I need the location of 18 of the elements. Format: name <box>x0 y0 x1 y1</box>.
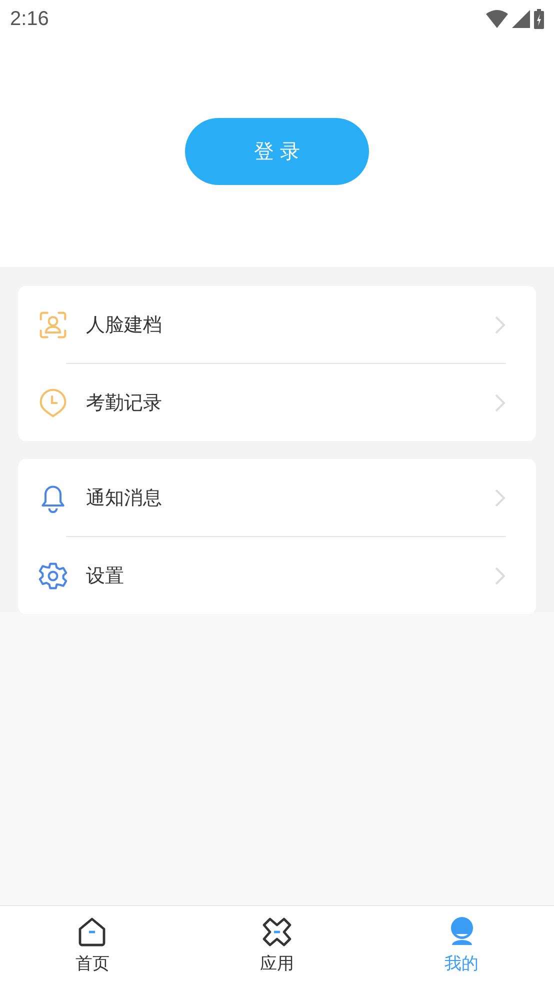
status-time: 2:16 <box>10 8 49 30</box>
chevron-icon <box>494 314 506 334</box>
apps-icon <box>261 916 293 948</box>
chevron-icon <box>494 566 506 586</box>
menu-item-label[interactable]: 通知消息 <box>86 484 476 510</box>
clock-icon <box>38 388 68 418</box>
menu-item-label[interactable]: 考勤记录 <box>86 390 476 416</box>
settings-icon <box>38 560 68 590</box>
face-scan-icon <box>38 310 68 340</box>
signal-icon <box>512 10 530 28</box>
menu-item-label[interactable]: 设置 <box>86 562 476 588</box>
wifi-icon <box>486 10 508 28</box>
menu-item-label[interactable]: 人脸建档 <box>86 312 476 338</box>
battery-icon <box>534 9 544 29</box>
chevron-icon <box>494 488 506 508</box>
nav-tab[interactable]: 首页 <box>0 906 185 984</box>
chevron-icon <box>494 392 506 412</box>
nav-tab[interactable]: 应用 <box>184 906 370 984</box>
